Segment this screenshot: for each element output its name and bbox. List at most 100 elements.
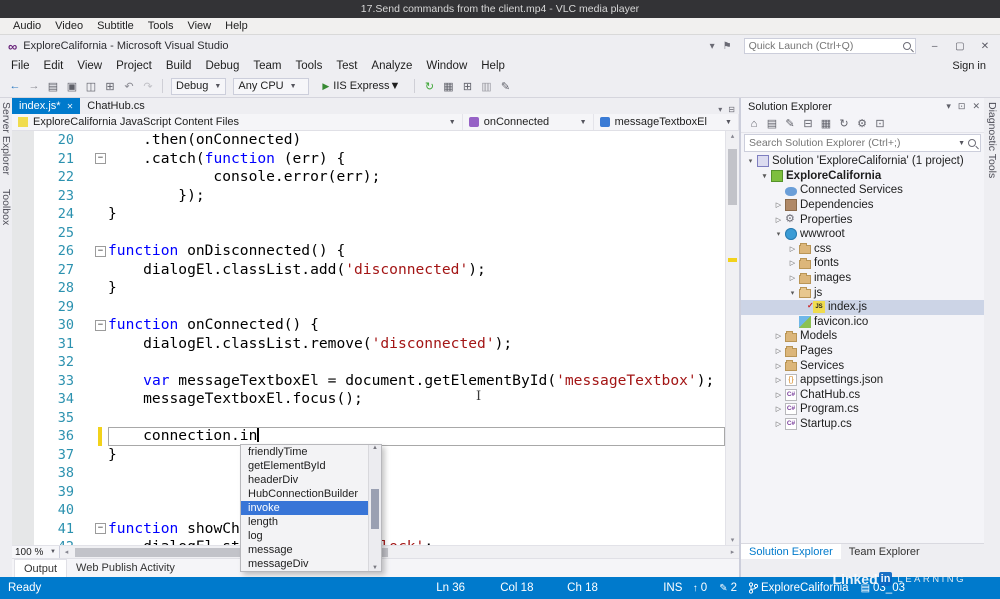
expander-down-icon[interactable]: ▾ xyxy=(759,172,770,180)
breakpoint-margin[interactable] xyxy=(12,445,34,464)
show-all-files-icon[interactable]: ▦ xyxy=(818,117,834,130)
breakpoint-margin[interactable] xyxy=(12,279,34,298)
code-text[interactable]: dialogEl.classList.add('disconnected'); xyxy=(108,261,725,280)
menu-debug[interactable]: Debug xyxy=(198,60,246,72)
vlc-menu-tools[interactable]: Tools xyxy=(141,20,181,32)
code-line-35[interactable]: 35 xyxy=(12,408,725,427)
code-text[interactable]: .catch(function (err) { xyxy=(108,150,725,169)
code-line-28[interactable]: 28} xyxy=(12,279,725,298)
intellisense-scrollbar-thumb[interactable] xyxy=(371,489,379,529)
breakpoint-margin[interactable] xyxy=(12,353,34,372)
expander-right-icon[interactable]: ▷ xyxy=(773,420,784,428)
code-line-36[interactable]: 36 connection.in xyxy=(12,427,725,446)
debug-target-select[interactable]: Debug ▼ xyxy=(171,77,227,95)
redo-icon[interactable]: ↷ xyxy=(139,80,157,93)
menu-file[interactable]: File xyxy=(4,60,37,72)
code-text[interactable]: dialogEl.style.display = 'block'; xyxy=(108,538,725,545)
editor-zoom-select[interactable]: 100 % ▼ xyxy=(12,545,60,559)
nav-back-icon[interactable]: ← xyxy=(6,80,24,92)
maximize-button[interactable]: ▢ xyxy=(949,41,971,52)
tree-item-images[interactable]: ▷ images xyxy=(741,271,984,286)
platform-select[interactable]: Any CPU ▼ xyxy=(233,77,310,95)
panel-tab-solution-explorer[interactable]: Solution Explorer xyxy=(741,544,841,559)
code-text[interactable] xyxy=(108,464,725,483)
scroll-down-icon[interactable]: ▼ xyxy=(369,565,381,571)
code-text[interactable]: dialogEl.classList.remove('disconnected'… xyxy=(108,335,725,354)
tree-item-solution-explorecalifornia-1-project[interactable]: ▾ Solution 'ExploreCalifornia' (1 project… xyxy=(741,154,984,169)
expander-right-icon[interactable]: ▷ xyxy=(773,405,784,413)
vlc-menu-help[interactable]: Help xyxy=(218,20,255,32)
quick-launch-input[interactable] xyxy=(748,40,903,52)
intellisense-scrollbar[interactable]: ▲ ▼ xyxy=(368,445,381,571)
build-icon[interactable]: ▦ xyxy=(439,80,457,93)
vlc-menu-video[interactable]: Video xyxy=(48,20,90,32)
panel-tab-web-publish-activity[interactable]: Web Publish Activity xyxy=(67,559,184,577)
expander-down-icon[interactable]: ▾ xyxy=(745,157,756,165)
tree-item-services[interactable]: ▷ Services xyxy=(741,358,984,373)
menu-view[interactable]: View xyxy=(70,60,109,72)
chevron-down-icon[interactable]: ▼ xyxy=(958,140,965,147)
save-icon[interactable]: ◫ xyxy=(82,80,100,93)
breakpoint-margin[interactable] xyxy=(12,149,34,168)
tree-item-pages[interactable]: ▷ Pages xyxy=(741,344,984,359)
tool-tab-diagnostic-tools[interactable]: Diagnostic Tools xyxy=(986,102,998,178)
breakpoint-margin[interactable] xyxy=(12,223,34,242)
quick-launch-box[interactable] xyxy=(743,38,916,54)
breakpoint-margin[interactable] xyxy=(12,260,34,279)
breadcrumb-onconnected[interactable]: onConnected ▼ xyxy=(463,114,594,130)
breakpoint-margin[interactable] xyxy=(12,334,34,353)
expander-right-icon[interactable]: ▷ xyxy=(773,216,784,224)
expander-right-icon[interactable]: ▷ xyxy=(787,245,798,253)
code-line-33[interactable]: 33 var messageTextboxEl = document.getEl… xyxy=(12,371,725,391)
menu-project[interactable]: Project xyxy=(109,60,159,72)
close-icon[interactable]: ✕ xyxy=(972,101,980,112)
menu-team[interactable]: Team xyxy=(246,60,288,72)
intellisense-item-getelementbyid[interactable]: getElementById xyxy=(241,459,368,473)
intellisense-item-messagediv[interactable]: messageDiv xyxy=(241,557,368,571)
pending-edits[interactable]: ✎ 2 xyxy=(719,582,737,594)
sign-in-link[interactable]: Sign in xyxy=(952,60,986,72)
close-button[interactable]: ✕ xyxy=(974,41,996,52)
chevron-down-icon[interactable]: ▾ xyxy=(718,105,722,114)
collapse-all-icon[interactable]: ⊟ xyxy=(800,117,816,130)
breakpoint-margin[interactable] xyxy=(12,427,34,446)
breakpoint-margin[interactable] xyxy=(12,242,34,261)
tab-list-icon[interactable]: ⊟ xyxy=(728,105,735,114)
code-line-22[interactable]: 22 console.error(err); xyxy=(12,168,725,187)
attach-icon[interactable]: ⊞ xyxy=(458,80,476,93)
code-text[interactable] xyxy=(108,224,725,243)
vlc-menu-audio[interactable]: Audio xyxy=(6,20,48,32)
breadcrumb-explorecalifornia[interactable]: ExploreCalifornia JavaScript Content Fil… xyxy=(12,114,463,130)
intellisense-item-log[interactable]: log xyxy=(241,529,368,543)
tree-item-dependencies[interactable]: ▷ Dependencies xyxy=(741,198,984,213)
close-tab-icon[interactable]: ✕ xyxy=(67,102,74,111)
code-text[interactable]: messageTextboxEl.focus(); xyxy=(108,390,725,409)
menu-tools[interactable]: Tools xyxy=(288,60,329,72)
intellisense-item-message[interactable]: message xyxy=(241,543,368,557)
expander-down-icon[interactable]: ▾ xyxy=(773,230,784,238)
scroll-right-icon[interactable]: ▸ xyxy=(726,548,739,556)
tool-tab-server-explorer[interactable]: Server Explorer xyxy=(0,102,12,175)
collapse-region-icon[interactable] xyxy=(95,245,106,257)
breakpoint-margin[interactable] xyxy=(12,316,34,335)
undo-icon[interactable]: ↶ xyxy=(120,80,138,93)
publish-status[interactable]: ↑ 0 xyxy=(693,582,707,594)
expander-right-icon[interactable]: ▷ xyxy=(773,201,784,209)
tree-item-explorecalifornia[interactable]: ▾ ExploreCalifornia xyxy=(741,169,984,184)
tree-item-properties[interactable]: ▷ Properties xyxy=(741,212,984,227)
menu-help[interactable]: Help xyxy=(474,60,512,72)
expander-down-icon[interactable]: ▾ xyxy=(787,289,798,297)
tree-item-index-js[interactable]: ✓ index.js xyxy=(741,299,984,315)
intellisense-item-headerdiv[interactable]: headerDiv xyxy=(241,473,368,487)
browser-link-refresh-icon[interactable]: ↻ xyxy=(420,80,438,93)
tree-item-js[interactable]: ▾ js xyxy=(741,285,984,300)
code-text[interactable]: var messageTextboxEl = document.getEleme… xyxy=(108,372,725,391)
code-text[interactable] xyxy=(108,483,725,502)
minimize-button[interactable]: – xyxy=(924,41,946,52)
intellisense-item-length[interactable]: length xyxy=(241,515,368,529)
expander-right-icon[interactable]: ▷ xyxy=(773,347,784,355)
breakpoint-margin[interactable] xyxy=(12,390,34,409)
scroll-up-icon[interactable]: ▲ xyxy=(369,445,381,451)
code-text[interactable]: function onDisconnected() { xyxy=(108,242,725,261)
code-line-25[interactable]: 25 xyxy=(12,223,725,243)
